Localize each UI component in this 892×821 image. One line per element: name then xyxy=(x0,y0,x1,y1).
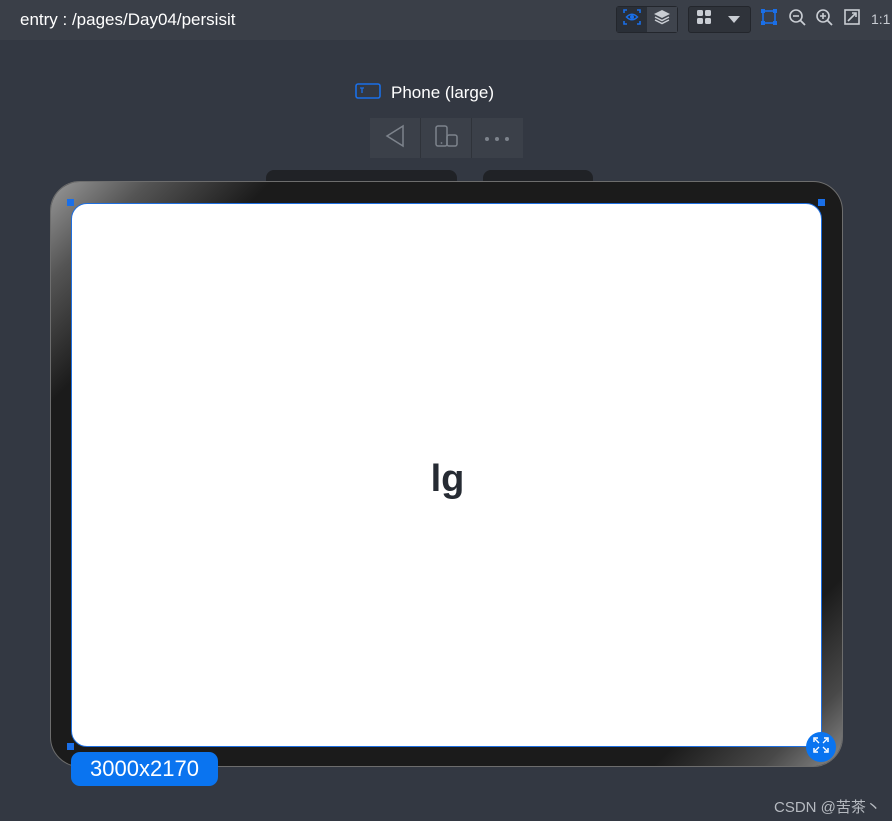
resolution-badge: 3000x2170 xyxy=(71,752,218,786)
top-bar: entry : /pages/Day04/persisit 1:1 xyxy=(0,0,892,40)
resize-handle-top-left[interactable] xyxy=(67,199,74,206)
device-label: Phone (large) xyxy=(391,83,495,102)
layout-dropdown-group xyxy=(688,6,751,33)
rotate-device-icon xyxy=(433,124,459,153)
watermark: CSDN @苦茶丶 xyxy=(774,799,881,816)
view-mode-toggle-group xyxy=(616,6,678,33)
zoom-in-button[interactable] xyxy=(813,8,835,30)
layout-dropdown-button[interactable] xyxy=(719,7,749,32)
select-bounds-icon xyxy=(760,8,778,31)
device-selector[interactable]: Phone (large) xyxy=(355,82,494,104)
inspector-eye-icon xyxy=(623,9,641,30)
zoom-in-icon xyxy=(815,8,833,31)
more-options-button[interactable] xyxy=(472,118,522,158)
fit-screen-icon xyxy=(843,8,861,31)
entry-path-label: entry : /pages/Day04/persisit xyxy=(20,10,236,29)
expand-icon xyxy=(813,736,829,758)
fit-screen-button[interactable] xyxy=(841,8,863,30)
tablet-device-icon xyxy=(355,82,381,105)
preview-screen[interactable]: lg xyxy=(71,203,822,747)
zoom-out-icon xyxy=(788,8,806,31)
layers-icon xyxy=(653,9,671,30)
resize-handle-bottom-left[interactable] xyxy=(67,743,74,750)
device-toolbar xyxy=(370,118,523,158)
grid-apps-icon xyxy=(696,9,712,30)
resize-handle-top-right[interactable] xyxy=(818,199,825,206)
more-icon xyxy=(484,129,510,147)
grid-apps-button[interactable] xyxy=(689,7,719,32)
dropdown-caret-icon xyxy=(727,11,741,29)
inspector-toggle-button[interactable] xyxy=(617,7,647,32)
rotate-device-button[interactable] xyxy=(421,118,471,158)
back-triangle-icon xyxy=(384,124,406,153)
back-button[interactable] xyxy=(370,118,420,158)
actual-size-button[interactable]: 1:1 xyxy=(871,11,890,27)
select-bounds-button[interactable] xyxy=(758,8,780,30)
breakpoint-text: lg xyxy=(430,458,465,500)
zoom-out-button[interactable] xyxy=(786,8,808,30)
expand-preview-button[interactable] xyxy=(806,732,836,762)
layers-toggle-button[interactable] xyxy=(647,7,677,32)
